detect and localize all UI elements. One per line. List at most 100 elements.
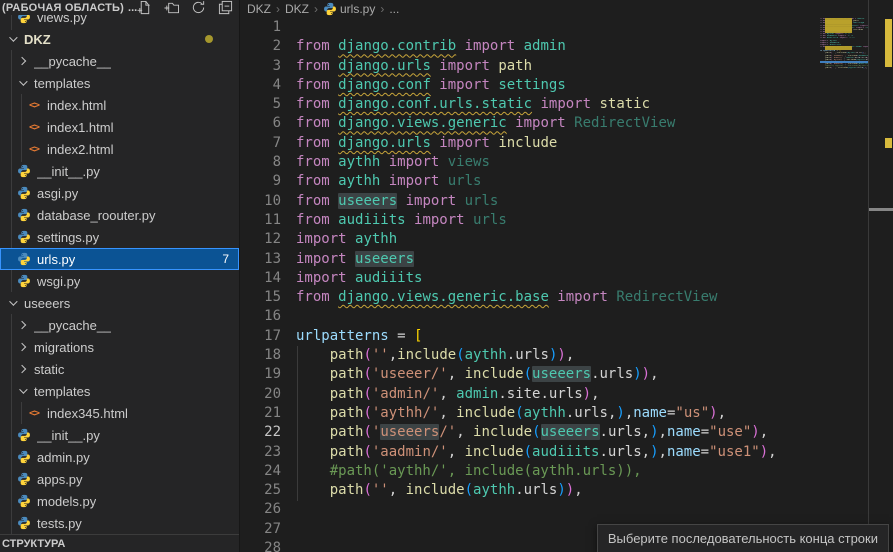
- code-line-14[interactable]: 14import audiiits: [241, 269, 819, 288]
- line-number[interactable]: 8: [241, 153, 281, 172]
- code-line-12[interactable]: 12import aythh: [241, 230, 819, 249]
- tree-item-urls-py[interactable]: urls.py7: [0, 248, 239, 270]
- line-number[interactable]: 20: [241, 385, 281, 404]
- code-line-19[interactable]: 19 path('useeer/', include(useeers.urls)…: [241, 365, 819, 384]
- tree-item-index345-html[interactable]: <>index345.html: [0, 402, 239, 424]
- line-number[interactable]: 28: [241, 539, 281, 552]
- code-line-20[interactable]: 20 path('admin/', admin.site.urls),: [241, 385, 819, 404]
- code-line-10[interactable]: 10from useeers import urls: [241, 192, 819, 211]
- line-number[interactable]: 22: [241, 423, 281, 442]
- code-line-26[interactable]: 26: [241, 500, 819, 519]
- code-line-21[interactable]: 21 path('aythh/', include(aythh.urls,),n…: [241, 404, 819, 423]
- breadcrumb-item[interactable]: DKZ: [285, 2, 309, 16]
- line-number[interactable]: 5: [241, 95, 281, 114]
- tree-item-asgi-py[interactable]: asgi.py: [0, 182, 239, 204]
- code-line-17[interactable]: 17 urlpatterns = [: [241, 327, 819, 346]
- line-number[interactable]: 23: [241, 443, 281, 462]
- code-text: from django.conf import settings: [296, 76, 819, 95]
- tree-item-models-py[interactable]: models.py: [0, 490, 239, 512]
- code-line-15[interactable]: 15from django.views.generic.base import …: [241, 288, 819, 307]
- line-number[interactable]: 27: [241, 520, 281, 539]
- tree-item-index-html[interactable]: <>index.html: [0, 94, 239, 116]
- line-number[interactable]: 25: [241, 481, 281, 500]
- more-actions-button[interactable]: ...: [128, 2, 137, 14]
- line-number[interactable]: 24: [241, 462, 281, 481]
- explorer-section-header[interactable]: (РАБОЧАЯ ОБЛАСТЬ) ...: [0, 0, 239, 15]
- line-number[interactable]: 4: [241, 76, 281, 95]
- code-line-3[interactable]: 3from django.urls import path: [241, 57, 819, 76]
- tree-item-index2-html[interactable]: <>index2.html: [0, 138, 239, 160]
- tree-item-migrations[interactable]: migrations: [0, 336, 239, 358]
- minimap-warning-mark: [825, 46, 852, 50]
- code-line-8[interactable]: 8from aythh import views: [241, 153, 819, 172]
- code-text: path('aadmin/', include(audiiits.urls,),…: [296, 443, 819, 462]
- code-line-2[interactable]: 2from django.contrib import admin: [241, 37, 819, 56]
- breadcrumb-item[interactable]: urls.py: [323, 2, 375, 16]
- code-line-24[interactable]: 24 #path('aythh/', include(aythh.urls)),: [241, 462, 819, 481]
- line-number[interactable]: 11: [241, 211, 281, 230]
- tree-item-apps-py[interactable]: apps.py: [0, 468, 239, 490]
- tree-item--pycache-[interactable]: __pycache__: [0, 314, 239, 336]
- code-line-25[interactable]: 25 path('', include(aythh.urls)),: [241, 481, 819, 500]
- line-number[interactable]: 6: [241, 114, 281, 133]
- tree-item-templates[interactable]: templates: [0, 72, 239, 94]
- new-file-button[interactable]: [137, 0, 153, 16]
- line-number[interactable]: 15: [241, 288, 281, 307]
- code-line-4[interactable]: 4 from django.conf import settings: [241, 76, 819, 95]
- outline-section-header[interactable]: СТРУКТУРА: [0, 534, 239, 552]
- code-line-6[interactable]: 6from django.views.generic import Redire…: [241, 114, 819, 133]
- python-logo: [17, 450, 31, 464]
- line-number[interactable]: 2: [241, 37, 281, 56]
- code-line-7[interactable]: 7from django.urls import include: [241, 134, 819, 153]
- tree-item-templates[interactable]: templates: [0, 380, 239, 402]
- tree-item-static[interactable]: static: [0, 358, 239, 380]
- code-line-11[interactable]: 11from audiiits import urls: [241, 211, 819, 230]
- tree-item-settings-py[interactable]: settings.py: [0, 226, 239, 248]
- line-number[interactable]: 9: [241, 172, 281, 191]
- line-number[interactable]: 21: [241, 404, 281, 423]
- overview-ruler[interactable]: [868, 0, 893, 552]
- line-number[interactable]: 14: [241, 269, 281, 288]
- line-number[interactable]: 17: [241, 327, 281, 346]
- tree-item-admin-py[interactable]: admin.py: [0, 446, 239, 468]
- code-text: urlpatterns = [: [296, 327, 819, 346]
- code-line-22[interactable]: 22 path('useeers/', include(useeers.urls…: [241, 423, 819, 442]
- html-file-icon: <>: [26, 119, 42, 135]
- python-logo: [17, 252, 31, 266]
- code-line-9[interactable]: 9from aythh import urls: [241, 172, 819, 191]
- tree-item-index1-html[interactable]: <>index1.html: [0, 116, 239, 138]
- code-line-13[interactable]: 13import useeers: [241, 250, 819, 269]
- breadcrumb-item[interactable]: DKZ: [247, 2, 271, 16]
- line-number[interactable]: 7: [241, 134, 281, 153]
- tree-item-database-roouter-py[interactable]: database_roouter.py: [0, 204, 239, 226]
- line-number[interactable]: 3: [241, 57, 281, 76]
- tree-item-dkz[interactable]: DKZ: [0, 28, 239, 50]
- line-number[interactable]: 16: [241, 307, 281, 326]
- tree-item--init-py[interactable]: __init__.py: [0, 424, 239, 446]
- line-number[interactable]: 10: [241, 192, 281, 211]
- line-number[interactable]: 1: [241, 18, 281, 37]
- tree-item--init-py[interactable]: __init__.py: [0, 160, 239, 182]
- code-line-18[interactable]: 18 path('',include(aythh.urls)),: [241, 346, 819, 365]
- collapse-all-button[interactable]: [218, 0, 234, 16]
- code-line-5[interactable]: 5from django.conf.urls.static import sta…: [241, 95, 819, 114]
- code-line-23[interactable]: 23 path('aadmin/', include(audiiits.urls…: [241, 443, 819, 462]
- statusbar-tooltip: Выберите последовательность конца строки: [597, 524, 889, 552]
- line-number[interactable]: 19: [241, 365, 281, 384]
- line-number[interactable]: 26: [241, 500, 281, 519]
- line-number[interactable]: 12: [241, 230, 281, 249]
- breadcrumb-item[interactable]: ...: [389, 2, 399, 16]
- code-line-1[interactable]: 1: [241, 18, 819, 37]
- tree-item--pycache-[interactable]: __pycache__: [0, 50, 239, 72]
- tree-item-tests-py[interactable]: tests.py: [0, 512, 239, 534]
- new-file-icon: [137, 0, 152, 15]
- code-line-16[interactable]: 16: [241, 307, 819, 326]
- tree-item-label: database_roouter.py: [37, 208, 156, 223]
- line-number[interactable]: 18: [241, 346, 281, 365]
- tree-item-wsgi-py[interactable]: wsgi.py: [0, 270, 239, 292]
- new-folder-button[interactable]: [164, 0, 180, 16]
- refresh-button[interactable]: [191, 0, 207, 16]
- line-number[interactable]: 13: [241, 250, 281, 269]
- tree-item-useeers[interactable]: useeers: [0, 292, 239, 314]
- minimap[interactable]: from django.contrib import adminfrom dja…: [820, 16, 868, 552]
